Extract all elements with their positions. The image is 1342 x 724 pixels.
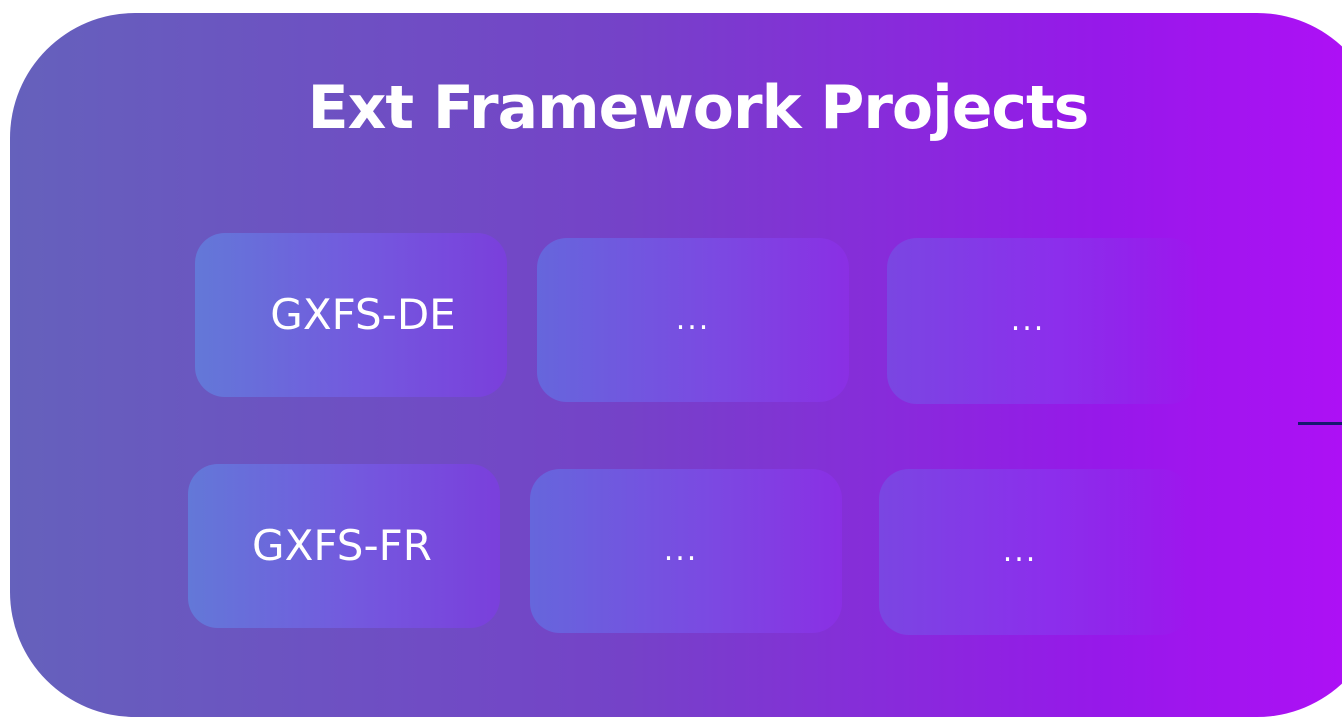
panel-title: Ext Framework Projects	[307, 73, 1090, 143]
project-label: GXFS-DE	[270, 290, 456, 339]
project-box-gxfs-de: GXFS-DE	[195, 233, 507, 397]
placeholder-ellipsis: ...	[1010, 303, 1046, 338]
project-box-gxfs-fr: GXFS-FR	[188, 464, 500, 628]
placeholder-box: ...	[879, 469, 1191, 635]
placeholder-box: ...	[530, 469, 842, 633]
project-label: GXFS-FR	[252, 521, 432, 570]
placeholder-box: ...	[537, 238, 849, 402]
connector-line	[1298, 422, 1342, 425]
placeholder-ellipsis: ...	[675, 302, 711, 337]
placeholder-ellipsis: ...	[1002, 534, 1038, 569]
placeholder-box: ...	[887, 238, 1199, 404]
placeholder-ellipsis: ...	[663, 533, 699, 568]
